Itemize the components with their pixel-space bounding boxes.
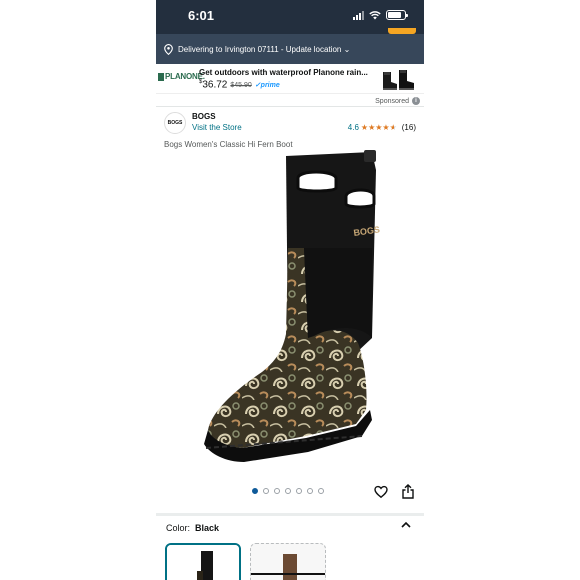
pagination-dot[interactable] <box>307 488 313 494</box>
heart-icon[interactable] <box>374 485 388 499</box>
swatch-brown-image <box>251 554 325 580</box>
rating-summary[interactable]: 4.6 ★ ★ ★ ★ ★ (16) <box>348 123 416 132</box>
ad-product-image <box>383 70 414 90</box>
ad-title[interactable]: Get outdoors with waterproof Planone rai… <box>199 68 368 77</box>
signal-icon <box>353 10 364 20</box>
brand-logo[interactable]: BOGS <box>164 112 186 134</box>
chevron-up-icon[interactable] <box>400 520 412 530</box>
ad-prime-badge: ✓prime <box>254 82 280 90</box>
ad-brand-logo: PLANONE. <box>158 72 205 81</box>
image-pagination[interactable] <box>252 488 324 494</box>
swatch-black-image <box>167 545 239 580</box>
ad-price-row: $36.72 $45.90 ✓prime <box>199 79 280 90</box>
pagination-dot[interactable] <box>263 488 269 494</box>
color-swatch-brown[interactable] <box>250 543 326 580</box>
ad-list-price: $45.90 <box>230 82 252 90</box>
visit-store-link[interactable]: Visit the Store <box>192 123 242 132</box>
star-icon: ★ <box>382 122 390 132</box>
status-icons <box>353 10 408 20</box>
battery-icon <box>386 10 408 20</box>
divider <box>156 106 424 107</box>
star-rating: ★ ★ ★ ★ ★ <box>360 122 397 132</box>
app-screen: 6:01 Delivering to Irvington 07111 - Upd… <box>156 0 424 580</box>
location-pin-icon <box>164 43 173 55</box>
section-divider <box>156 513 424 516</box>
rating-value: 4.6 <box>347 123 359 132</box>
selected-color: Black <box>195 523 220 533</box>
review-count: (16) <box>401 123 416 132</box>
delivery-location-bar[interactable]: Delivering to Irvington 07111 - Update l… <box>156 34 424 64</box>
half-star-icon: ★ <box>389 122 397 132</box>
pagination-dot[interactable] <box>285 488 291 494</box>
star-icon: ★ <box>375 122 383 132</box>
product-image[interactable]: BOGS <box>186 148 400 478</box>
star-icon: ★ <box>368 122 376 132</box>
status-time: 6:01 <box>188 8 215 23</box>
brand-name: BOGS <box>192 112 216 121</box>
share-icon[interactable] <box>401 484 415 499</box>
color-swatch-black[interactable] <box>165 543 241 580</box>
status-bar: 6:01 <box>156 0 424 34</box>
wifi-icon <box>369 10 381 19</box>
color-selector-label: Color: Black <box>166 523 220 533</box>
pagination-dot-active[interactable] <box>252 488 258 494</box>
sponsored-ad-banner[interactable]: PLANONE. Get outdoors with waterproof Pl… <box>156 64 424 94</box>
ad-price: $36.72 <box>199 79 228 91</box>
pagination-dot[interactable] <box>318 488 324 494</box>
delivery-text: Delivering to Irvington 07111 - Update l… <box>178 44 351 54</box>
info-icon[interactable]: i <box>412 97 420 105</box>
pagination-dot[interactable] <box>274 488 280 494</box>
star-icon: ★ <box>360 122 369 132</box>
pagination-dot[interactable] <box>296 488 302 494</box>
sponsored-label[interactable]: Sponsored i <box>375 97 420 105</box>
